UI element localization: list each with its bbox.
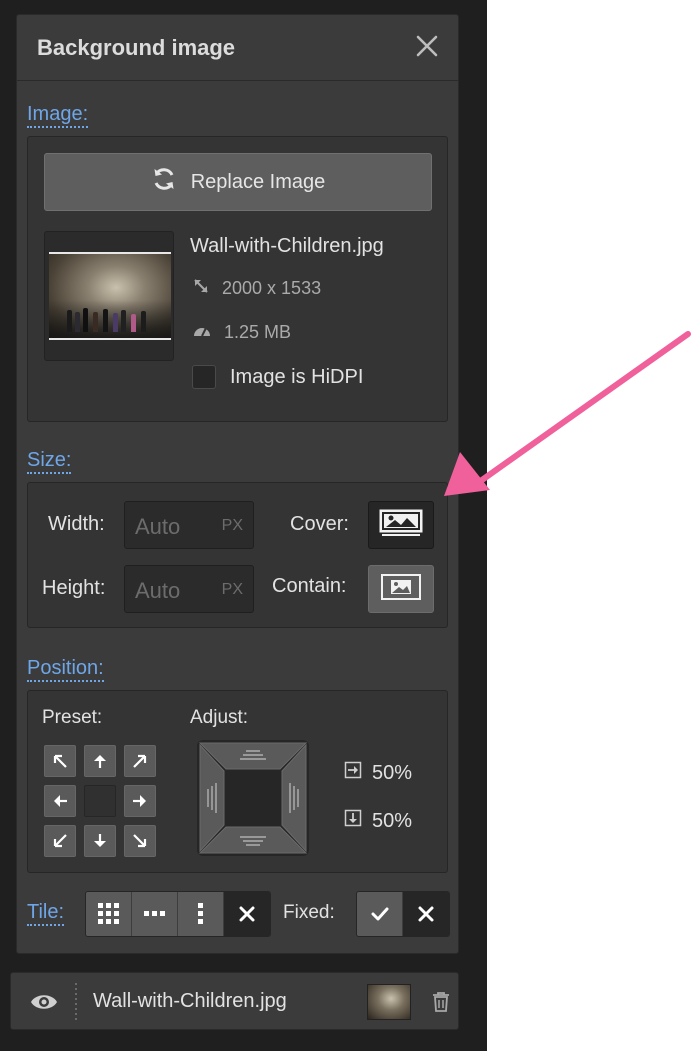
adjust-pad xyxy=(196,739,310,857)
resize-icon xyxy=(192,277,210,300)
arrow-down-icon xyxy=(94,834,106,847)
preset-right[interactable] xyxy=(124,785,156,817)
height-unit: PX xyxy=(221,581,243,598)
x-icon xyxy=(239,906,255,922)
replace-image-label: Replace Image xyxy=(190,170,326,193)
preset-bottom-right[interactable] xyxy=(124,825,156,857)
image-filesize: 1.25 MB xyxy=(224,322,292,342)
y-position-value[interactable]: 50% xyxy=(372,810,412,833)
cover-label: Cover: xyxy=(290,513,349,535)
width-label: Width: xyxy=(48,513,105,535)
tile-vertical-button[interactable] xyxy=(178,892,224,936)
width-input[interactable]: Auto PX xyxy=(124,501,254,549)
height-value: Auto xyxy=(135,578,181,603)
image-thumbnail[interactable] xyxy=(44,231,174,361)
hidpi-checkbox[interactable] xyxy=(192,365,216,389)
image-icon xyxy=(379,572,423,607)
image-dimensions-row: 2000 x 1533 xyxy=(192,277,321,300)
adjust-label: Adjust: xyxy=(190,707,249,728)
grid-icon xyxy=(97,903,119,924)
panel-titlebar: Background image xyxy=(17,15,458,81)
layer-name: Wall-with-Children.jpg xyxy=(93,990,287,1012)
image-box: Replace Image Wall-with-Children.jpg 200… xyxy=(27,136,448,422)
image-filesize-row: 1.25 MB xyxy=(192,321,291,344)
arrow-up-right-icon xyxy=(133,754,147,768)
contain-button[interactable] xyxy=(368,565,434,613)
eye-icon[interactable] xyxy=(29,990,59,1019)
contain-label: Contain: xyxy=(272,575,347,597)
arrow-up-left-icon xyxy=(53,754,67,768)
horizontal-offset-icon xyxy=(344,761,362,785)
cover-button[interactable] xyxy=(368,501,434,549)
panel-title: Background image xyxy=(37,35,236,60)
annotation-arrow xyxy=(444,331,691,496)
landscape-image-icon xyxy=(378,508,424,543)
x-position-value[interactable]: 50% xyxy=(372,762,412,785)
preset-left[interactable] xyxy=(44,785,76,817)
tile-none-button[interactable] xyxy=(224,892,270,936)
fixed-label: Fixed: xyxy=(283,902,335,923)
height-label: Height: xyxy=(42,577,106,599)
x-position-row: 50% xyxy=(344,761,412,785)
trash-icon[interactable] xyxy=(431,991,451,1018)
background-image-panel: Background image Image: Replace Image Wa… xyxy=(16,14,459,954)
width-value: Auto xyxy=(135,514,181,539)
vertical-dots-icon xyxy=(197,903,203,924)
preset-label: Preset: xyxy=(42,707,103,728)
layer-thumbnail xyxy=(367,984,411,1020)
x-icon xyxy=(418,906,434,922)
tile-segmented-control xyxy=(85,891,271,937)
tile-both-button[interactable] xyxy=(86,892,132,936)
size-box: Width: Auto PX Cover: Height: Auto PX Co… xyxy=(27,482,448,628)
gauge-icon xyxy=(192,321,212,344)
position-box: Preset: Adjust: 50% 50% xyxy=(27,690,448,873)
arrow-up-icon xyxy=(94,755,106,768)
preset-top-right[interactable] xyxy=(124,745,156,777)
fixed-off-button[interactable] xyxy=(403,892,449,936)
fixed-segmented-control xyxy=(356,891,450,937)
horizontal-dots-icon xyxy=(143,911,165,916)
vertical-offset-icon xyxy=(344,809,362,833)
image-dimensions: 2000 x 1533 xyxy=(222,278,322,298)
y-position-row: 50% xyxy=(344,809,412,833)
size-section-label[interactable]: Size: xyxy=(27,449,72,474)
image-filename: Wall-with-Children.jpg xyxy=(190,235,384,257)
height-input[interactable]: Auto PX xyxy=(124,565,254,613)
preset-top-left[interactable] xyxy=(44,745,76,777)
arrow-right-icon xyxy=(133,795,146,807)
preset-center[interactable] xyxy=(84,785,116,817)
fixed-on-button[interactable] xyxy=(357,892,403,936)
preset-bottom[interactable] xyxy=(84,825,116,857)
width-unit: PX xyxy=(221,517,243,534)
hidpi-row: Image is HiDPI xyxy=(192,365,363,389)
arrow-down-right-icon xyxy=(133,834,147,848)
close-icon[interactable] xyxy=(414,33,440,59)
preset-top[interactable] xyxy=(84,745,116,777)
arrow-down-left-icon xyxy=(53,834,67,848)
checkmark-icon xyxy=(371,907,388,921)
drag-handle-icon[interactable] xyxy=(73,983,79,1028)
replace-image-button[interactable]: Replace Image xyxy=(44,153,432,211)
image-section-label[interactable]: Image: xyxy=(27,103,89,128)
background-layer-row[interactable]: Wall-with-Children.jpg xyxy=(10,972,459,1030)
tile-section-label[interactable]: Tile: xyxy=(27,901,65,926)
arrow-left-icon xyxy=(54,795,67,807)
preset-bottom-left[interactable] xyxy=(44,825,76,857)
tile-horizontal-button[interactable] xyxy=(132,892,178,936)
refresh-icon xyxy=(151,166,177,198)
hidpi-label: Image is HiDPI xyxy=(230,365,364,388)
position-section-label[interactable]: Position: xyxy=(27,657,104,682)
